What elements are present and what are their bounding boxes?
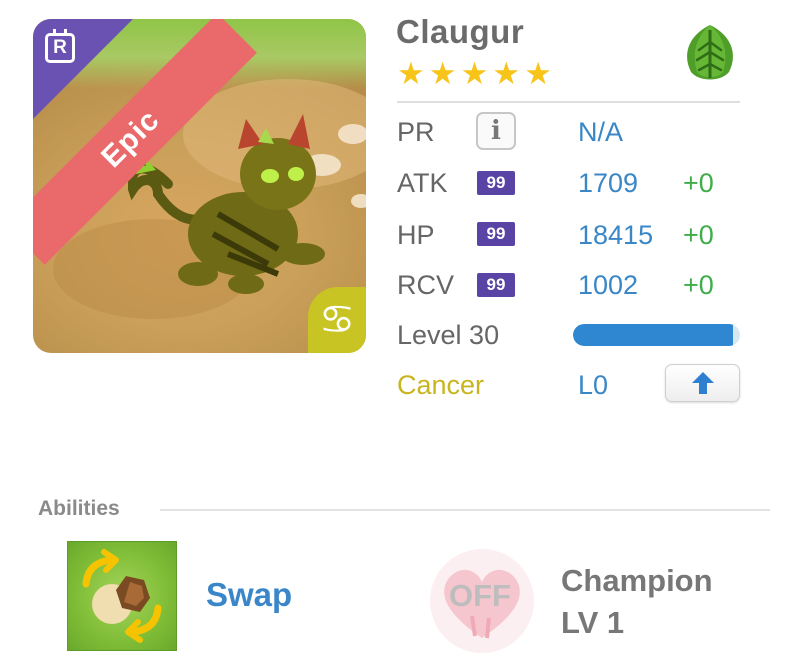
skill-name[interactable]: Swap: [206, 576, 292, 614]
star-icon: ★: [428, 56, 457, 91]
leader-skill-name[interactable]: Champion LV 1: [561, 560, 713, 644]
monster-name: Claugur: [396, 13, 525, 50]
star-icon: ★: [524, 56, 552, 91]
type-badge: R: [45, 29, 75, 63]
zodiac-skill-level: L0: [578, 370, 609, 400]
rcv-label: RCV: [397, 270, 455, 300]
atk-label: ATK: [397, 168, 448, 198]
star-icon: ★: [492, 56, 521, 91]
atk-value: 1709: [578, 168, 639, 198]
zodiac-icon: ♋: [308, 287, 366, 353]
abilities-divider: [160, 509, 770, 511]
atk-bonus: +0: [683, 168, 714, 198]
star-icon: ★: [397, 56, 425, 91]
hp-plus-badge: 99: [477, 222, 515, 246]
upgrade-button[interactable]: [665, 364, 740, 402]
level-progress-fill: [573, 324, 734, 346]
star-rating: ★ ★ ★ ★ ★: [397, 58, 552, 89]
level-label: Level 30: [397, 320, 500, 350]
swap-icon[interactable]: [67, 541, 177, 651]
rcv-value: 1002: [578, 270, 639, 300]
pr-value: N/A: [578, 117, 624, 147]
info-button[interactable]: i: [476, 112, 516, 150]
level-progress-bar: [573, 324, 740, 346]
atk-plus-badge: 99: [477, 171, 515, 195]
arrow-up-icon: [691, 372, 714, 394]
leader-skill-status: OFF: [449, 578, 511, 613]
monster-portrait[interactable]: Epic R ♋: [33, 19, 366, 353]
rcv-plus-badge: 99: [477, 273, 515, 297]
hp-value: 18415: [578, 220, 654, 250]
hp-bonus: +0: [683, 220, 714, 250]
hp-label: HP: [397, 220, 435, 250]
pr-label: PR: [397, 117, 435, 147]
abilities-title: Abilities: [38, 497, 120, 520]
rcv-bonus: +0: [683, 270, 714, 300]
header-divider: [397, 101, 740, 103]
leaf-icon: [687, 25, 733, 80]
zodiac-label: Cancer: [397, 370, 485, 400]
star-icon: ★: [460, 56, 489, 91]
